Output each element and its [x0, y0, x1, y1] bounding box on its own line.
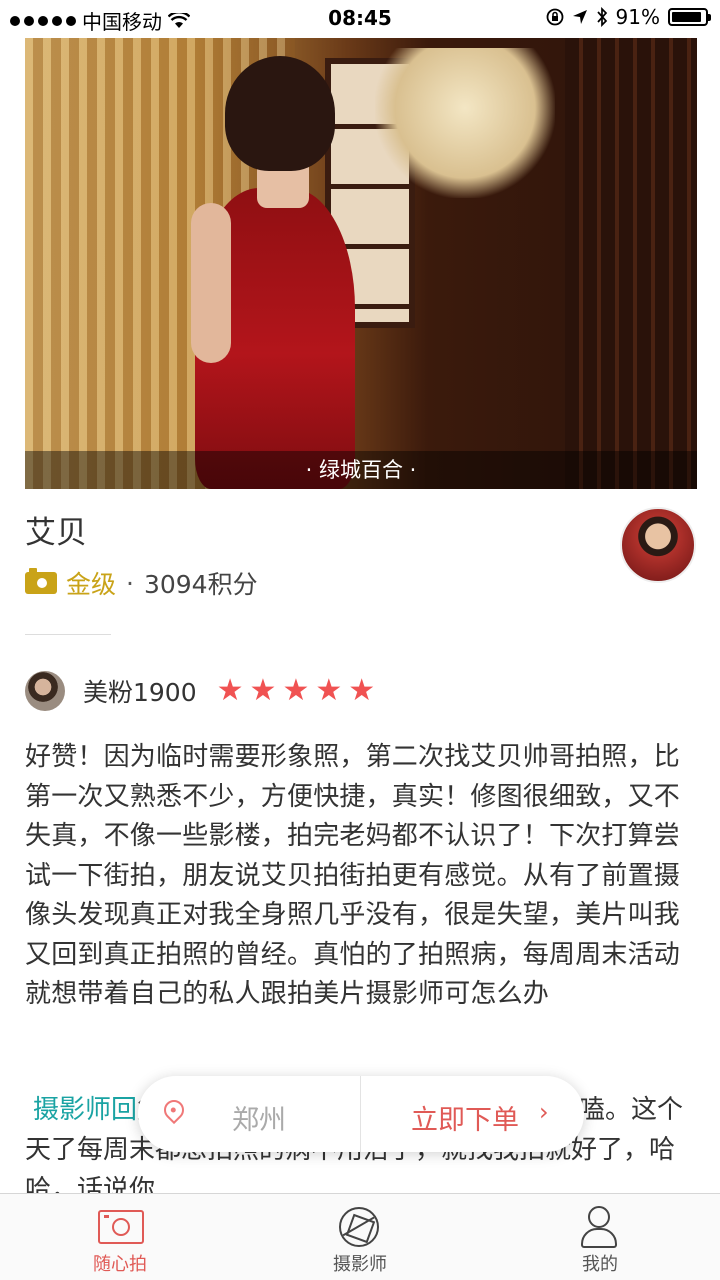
- review-header: 美粉1900 ★ ★ ★ ★ ★: [25, 670, 375, 712]
- battery-fill: [672, 12, 702, 22]
- photo-lamp: [375, 48, 555, 198]
- star-icon: ★: [249, 673, 277, 708]
- reply-label: 摄影师回: [33, 1095, 138, 1125]
- battery-percent: 91%: [615, 5, 660, 29]
- tab-label: 随心拍: [93, 1254, 147, 1275]
- camera-icon: [98, 1210, 144, 1244]
- tab-casual-shoot[interactable]: 随心拍: [0, 1194, 240, 1280]
- star-icon: ★: [348, 673, 376, 708]
- user-icon: [581, 1206, 617, 1248]
- photographer-level-row: 金级 · 3094积分: [25, 565, 258, 601]
- location-pin-icon: [159, 1095, 189, 1125]
- level-label: 金级: [66, 570, 117, 599]
- star-icon: ★: [315, 673, 343, 708]
- order-now-label: 立即下单: [411, 1105, 519, 1136]
- status-bar: 中国移动 08:45 91%: [0, 0, 720, 36]
- photo-hair: [225, 56, 335, 171]
- tab-photographers[interactable]: 摄影师: [240, 1194, 480, 1280]
- aperture-icon: [339, 1207, 379, 1247]
- reviewer-avatar[interactable]: [25, 671, 65, 711]
- city-label: 郑州: [232, 1105, 286, 1136]
- chevron-right-icon: ›: [539, 1098, 549, 1126]
- tab-mine[interactable]: 我的: [480, 1194, 720, 1280]
- level-separator: ·: [126, 568, 134, 598]
- points-label: 3094积分: [143, 570, 258, 599]
- photographer-name: 艾贝: [25, 515, 87, 551]
- tab-label: 我的: [582, 1254, 618, 1275]
- location-arrow-icon: [572, 10, 587, 24]
- orientation-lock-icon: [546, 8, 563, 26]
- photographer-avatar[interactable]: [620, 507, 696, 583]
- star-icon: ★: [216, 673, 244, 708]
- tab-label: 摄影师: [333, 1254, 387, 1275]
- city-selector[interactable]: 郑州: [138, 1076, 360, 1152]
- photo-cabinet: [565, 38, 697, 489]
- review-text: 好赞！因为临时需要形象照，第二次找艾贝帅哥拍照，比第一次又熟悉不少，方便快捷，真…: [25, 742, 681, 1009]
- rating-stars: ★ ★ ★ ★ ★: [217, 676, 376, 706]
- divider: [25, 634, 111, 635]
- star-icon: ★: [282, 673, 310, 708]
- photo-arm: [191, 203, 231, 363]
- battery-icon: [668, 8, 711, 26]
- bluetooth-icon: [596, 7, 607, 27]
- order-now-button[interactable]: 立即下单 ›: [361, 1076, 584, 1152]
- status-right: 91%: [546, 5, 711, 29]
- tab-bar: 随心拍 摄影师 我的: [0, 1193, 720, 1280]
- camera-badge-icon: [25, 568, 57, 594]
- reviewer-name: 美粉1900: [83, 678, 197, 707]
- photo-caption: · 绿城百合 ·: [25, 451, 697, 489]
- action-pill: 郑州 立即下单 ›: [138, 1076, 584, 1152]
- hero-photo[interactable]: · 绿城百合 ·: [25, 38, 697, 489]
